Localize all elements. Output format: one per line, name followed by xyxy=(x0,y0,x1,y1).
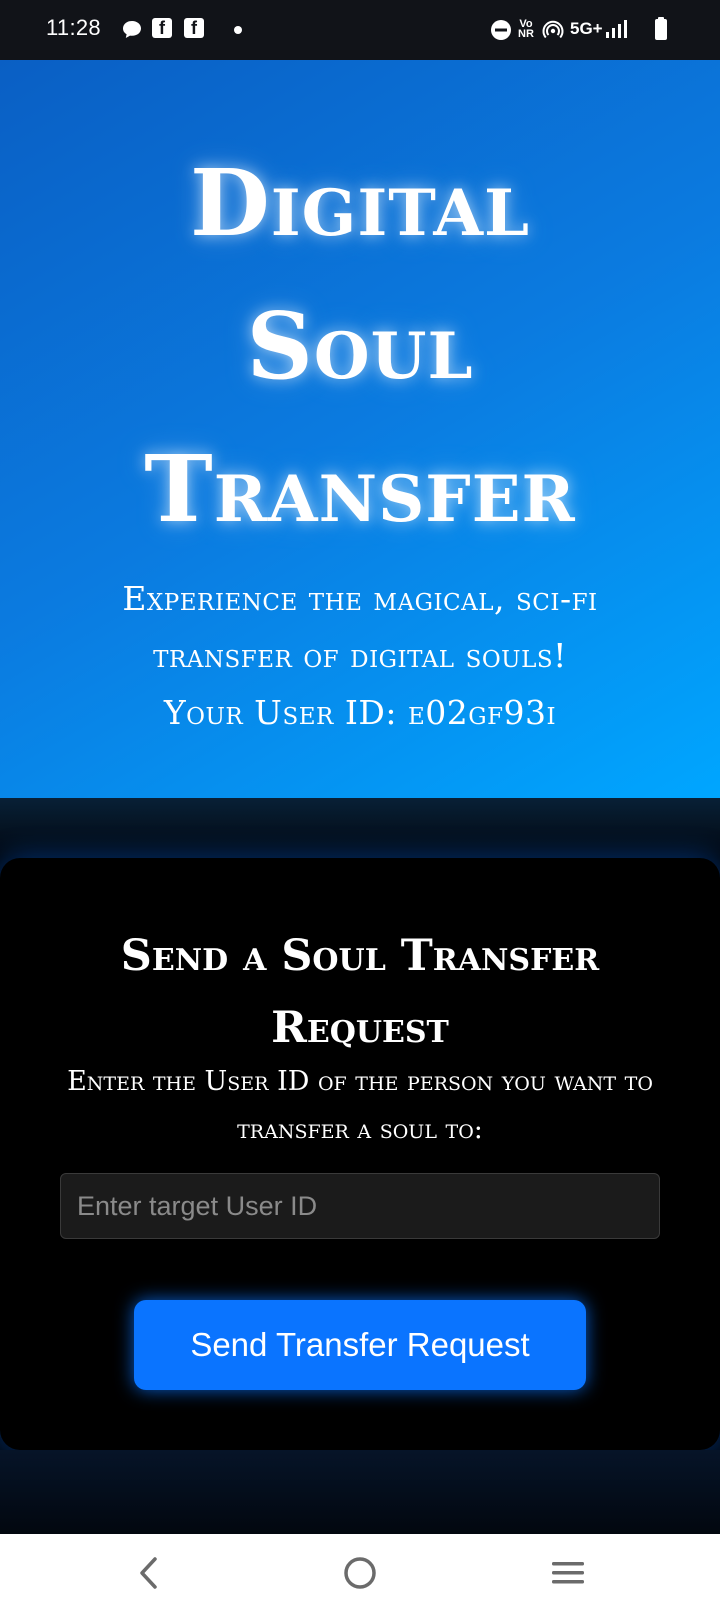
title-line-2: Soul xyxy=(246,292,474,400)
card-title-line-1: Send a Soul Transfer xyxy=(120,931,600,981)
do-not-disturb-icon xyxy=(490,19,512,41)
card-title: Send a Soul Transfer Request xyxy=(40,920,680,1064)
title-line-3: Transfer xyxy=(144,435,576,543)
network-type: 5G+ xyxy=(570,19,603,38)
title-line-1: Digital xyxy=(189,149,531,257)
recents-icon[interactable] xyxy=(538,1548,598,1598)
facebook-icon: f xyxy=(152,18,172,38)
page-footer-area xyxy=(0,1450,720,1534)
signal-icon xyxy=(604,18,628,40)
card-description: Enter the User ID of the person you want… xyxy=(67,1066,653,1145)
hotspot-icon xyxy=(542,19,564,41)
card-title-line-2: Request xyxy=(271,1003,449,1053)
send-transfer-request-button[interactable]: Send Transfer Request xyxy=(134,1300,586,1390)
home-icon[interactable] xyxy=(330,1548,390,1598)
battery-icon xyxy=(654,17,668,41)
subtitle-line-2: transfer of digital souls! xyxy=(153,636,567,675)
hero-section: Digital Soul Transfer Experience the mag… xyxy=(0,60,720,798)
volte-sub-label: NR xyxy=(518,28,534,40)
volte-icon: Vo NR xyxy=(518,19,534,40)
status-time: 11:28 xyxy=(46,15,101,40)
chat-bubble-icon xyxy=(121,19,143,41)
target-user-id-input[interactable] xyxy=(60,1173,660,1239)
hero-subtitle: Experience the magical, sci-fi transfer … xyxy=(60,570,660,741)
navigation-bar xyxy=(0,1534,720,1612)
notification-dot-icon xyxy=(234,26,242,34)
page-title: Digital Soul Transfer xyxy=(0,132,720,561)
transfer-request-card: Send a Soul Transfer Request Enter the U… xyxy=(0,858,720,1450)
user-id-text: Your User ID: e02gf93i xyxy=(163,693,557,732)
section-divider xyxy=(0,798,720,858)
subtitle-line-1: Experience the magical, sci-fi xyxy=(122,579,598,618)
status-bar: 11:28 f f Vo NR 5G+ xyxy=(0,0,720,60)
back-icon[interactable] xyxy=(120,1548,180,1598)
facebook-icon: f xyxy=(184,18,204,38)
